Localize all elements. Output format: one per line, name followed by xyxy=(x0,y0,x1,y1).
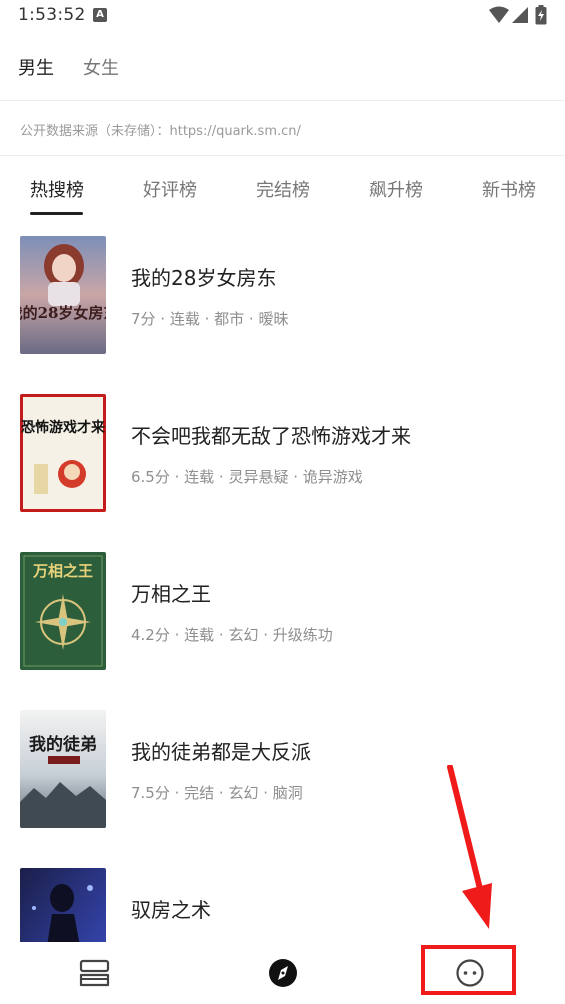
book-title: 驭房之术 xyxy=(131,898,211,922)
source-divider xyxy=(0,155,565,156)
cover-title-text: 恐怖游戏才来 xyxy=(21,419,106,436)
tab-female[interactable]: 女生 xyxy=(83,54,119,80)
bookshelf-icon xyxy=(79,959,110,987)
nav-bookshelf[interactable] xyxy=(70,942,120,1004)
book-meta: 7.5分 · 完结 · 玄幻 · 脑洞 xyxy=(131,784,303,802)
gender-tabs: 男生 女生 xyxy=(0,48,565,88)
rank-tabs: 热搜榜 好评榜 完结榜 飙升榜 新书榜 xyxy=(0,170,565,218)
tab-completed[interactable]: 完结榜 xyxy=(256,176,310,202)
book-title: 不会吧我都无敌了恐怖游戏才来 xyxy=(131,424,411,448)
book-cover: 恐怖游戏才来 xyxy=(20,394,106,512)
battery-charging-icon xyxy=(535,5,547,25)
book-item[interactable]: 万相之王 万相之王 4.2分 · 连载 · 玄幻 · 升级练功 xyxy=(0,552,565,670)
wifi-icon xyxy=(489,6,509,23)
book-meta: 7分 · 连载 · 都市 · 暧昧 xyxy=(131,310,289,328)
cover-title-text: 我的徒弟 xyxy=(29,734,97,755)
book-item[interactable]: 我的28岁女房东 我的28岁女房东 7分 · 连载 · 都市 · 暧昧 xyxy=(0,236,565,354)
header-divider xyxy=(0,100,565,101)
active-tab-indicator xyxy=(30,212,83,215)
book-title: 我的徒弟都是大反派 xyxy=(131,740,311,764)
book-meta: 6.5分 · 连载 · 灵异悬疑 · 诡异游戏 xyxy=(131,468,363,486)
signal-icon xyxy=(512,7,528,23)
compass-icon xyxy=(269,959,297,987)
text-a-icon: A xyxy=(93,8,107,22)
tab-rising[interactable]: 飙升榜 xyxy=(369,176,423,202)
data-source-note: 公开数据来源（未存储）：https://quark.sm.cn/ xyxy=(20,124,301,139)
book-title: 万相之王 xyxy=(131,582,211,606)
annotation-highlight-box xyxy=(421,945,516,995)
book-cover xyxy=(20,868,106,942)
tab-hot-search[interactable]: 热搜榜 xyxy=(30,176,84,202)
annotation-arrow xyxy=(447,765,492,929)
status-time: 1:53:52 xyxy=(18,5,86,25)
tab-male[interactable]: 男生 xyxy=(18,54,54,80)
book-cover: 我的28岁女房东 xyxy=(20,236,106,354)
book-cover: 万相之王 xyxy=(20,552,106,670)
nav-discover[interactable] xyxy=(258,942,308,1004)
book-title: 我的28岁女房东 xyxy=(131,266,277,290)
cover-title-text: 万相之王 xyxy=(32,562,93,580)
app-screen: 1:53:52 A 男生 女生 公开数据来源（未存储）：https://quar… xyxy=(0,0,565,1004)
book-cover: 我的徒弟 xyxy=(20,710,106,828)
cover-title-text: 我的28岁女房东 xyxy=(20,304,106,322)
book-meta: 4.2分 · 连载 · 玄幻 · 升级练功 xyxy=(131,626,333,644)
tab-top-rated[interactable]: 好评榜 xyxy=(143,176,197,202)
tab-new-books[interactable]: 新书榜 xyxy=(482,176,536,202)
status-bar: 1:53:52 A xyxy=(0,0,565,34)
book-item[interactable]: 恐怖游戏才来 不会吧我都无敌了恐怖游戏才来 6.5分 · 连载 · 灵异悬疑 ·… xyxy=(0,394,565,512)
